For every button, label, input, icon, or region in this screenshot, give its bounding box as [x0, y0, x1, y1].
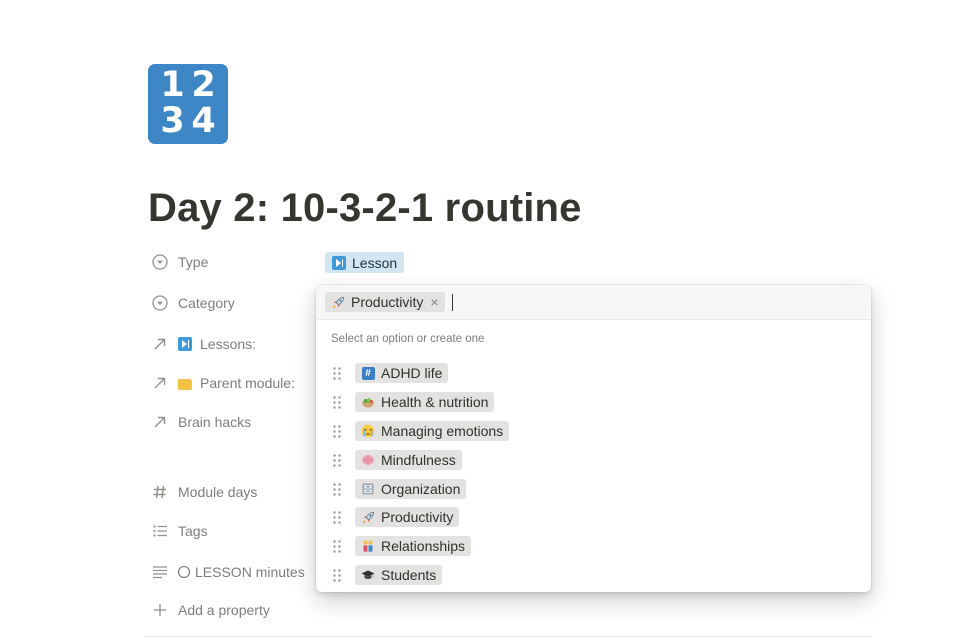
relation-arrow-icon [150, 412, 170, 432]
list-item[interactable]: Relationships [355, 536, 472, 557]
option-managing-emotions[interactable]: Managing emotions [316, 417, 871, 446]
relation-arrow-icon [150, 334, 170, 354]
option-list: # ADHD life Health & nutrition Managing … [316, 359, 871, 589]
hash-icon: # [361, 366, 375, 380]
property-parent-module-label: Parent module: [200, 375, 295, 391]
option-label: Health & nutrition [381, 394, 489, 411]
property-category[interactable]: Category [150, 291, 235, 315]
play-pause-icon [178, 337, 192, 351]
page-icon-digit: 1 [160, 65, 185, 105]
drag-handle-icon[interactable] [332, 452, 342, 467]
page-title[interactable]: Day 2: 10-3-2-1 routine [148, 186, 582, 231]
crying-face-icon [361, 424, 375, 438]
drag-handle-icon[interactable] [332, 423, 342, 438]
list-item[interactable]: # ADHD life [355, 363, 449, 384]
list-item[interactable]: Managing emotions [355, 420, 510, 441]
select-circle-icon [150, 293, 170, 313]
text-caret[interactable] [451, 293, 454, 311]
property-brain-hacks[interactable]: Brain hacks [150, 410, 251, 434]
property-type[interactable]: Type [150, 250, 208, 274]
option-health-nutrition[interactable]: Health & nutrition [316, 388, 871, 417]
option-label: Organization [381, 480, 461, 497]
drag-handle-icon[interactable] [332, 395, 342, 410]
type-value-pill[interactable]: Lesson [325, 252, 405, 273]
drag-handle-icon[interactable] [332, 366, 342, 381]
brain-icon [361, 453, 375, 467]
drag-handle-icon[interactable] [332, 510, 342, 525]
divider [145, 636, 872, 637]
property-module-days-label: Module days [178, 484, 258, 500]
property-lessons[interactable]: Lessons: [150, 332, 256, 356]
add-property-button[interactable]: Add a property [150, 598, 270, 622]
option-productivity[interactable]: Productivity [316, 503, 871, 532]
file-cabinet-icon [361, 482, 375, 496]
list-item[interactable]: Mindfulness [355, 449, 462, 470]
option-relationships[interactable]: Relationships [316, 532, 871, 561]
text-lines-icon [150, 562, 170, 582]
option-students[interactable]: Students [316, 561, 871, 590]
list-item[interactable]: Students [355, 564, 443, 585]
type-value-text: Lesson [352, 254, 398, 271]
number-hash-icon [150, 482, 170, 502]
list-item[interactable]: Productivity [355, 507, 460, 528]
select-circle-icon [150, 252, 170, 272]
property-category-label: Category [178, 295, 235, 311]
property-lessons-label: Lessons: [200, 336, 257, 352]
option-organization[interactable]: Organization [316, 474, 871, 503]
option-label: Productivity [381, 509, 454, 526]
property-tags-label: Tags [178, 523, 208, 539]
property-tags[interactable]: Tags [150, 519, 208, 543]
drag-handle-icon[interactable] [332, 481, 342, 496]
relation-arrow-icon [150, 373, 170, 393]
property-type-label: Type [178, 254, 209, 270]
page-icon-digit: 2 [191, 65, 216, 105]
option-label: Managing emotions [381, 422, 504, 439]
graduation-cap-icon [361, 568, 375, 582]
rocket-icon [361, 510, 375, 524]
couple-icon [361, 539, 375, 553]
category-select-dropdown[interactable]: Productivity × Select an option or creat… [316, 285, 871, 592]
rocket-icon [331, 295, 345, 309]
page-icon-digit: 3 [160, 101, 185, 141]
drag-handle-icon[interactable] [332, 539, 342, 554]
property-brain-hacks-label: Brain hacks [178, 414, 252, 430]
remove-chip-icon[interactable]: × [430, 295, 438, 309]
option-label: ADHD life [381, 365, 443, 382]
option-label: Mindfulness [381, 451, 456, 468]
list-icon [150, 521, 170, 541]
folder-icon [178, 378, 192, 390]
list-item[interactable]: Health & nutrition [355, 392, 495, 413]
property-module-days[interactable]: Module days [150, 480, 257, 504]
selected-chip-label: Productivity [351, 294, 424, 310]
add-property-label: Add a property [178, 602, 270, 618]
page-icon-digit: 4 [191, 101, 216, 141]
select-search-bar[interactable]: Productivity × [316, 285, 871, 320]
option-mindfulness[interactable]: Mindfulness [316, 445, 871, 474]
property-lesson-minutes-label: LESSON minutes [195, 564, 305, 580]
play-pause-icon [332, 255, 346, 270]
option-label: Relationships [381, 538, 466, 555]
property-parent-module[interactable]: Parent module: [150, 371, 295, 395]
stopwatch-icon [178, 566, 190, 578]
salad-icon [361, 395, 375, 409]
list-item[interactable]: Organization [355, 478, 467, 499]
property-lesson-minutes[interactable]: LESSON minutes [150, 560, 305, 584]
option-label: Students [381, 566, 437, 583]
selected-chip-productivity[interactable]: Productivity × [325, 292, 445, 312]
page-icon[interactable]: 1 2 3 4 [148, 64, 228, 144]
select-hint: Select an option or create one [331, 333, 485, 345]
plus-icon [150, 600, 170, 620]
drag-handle-icon[interactable] [332, 567, 342, 582]
option-adhd-life[interactable]: # ADHD life [316, 359, 871, 388]
